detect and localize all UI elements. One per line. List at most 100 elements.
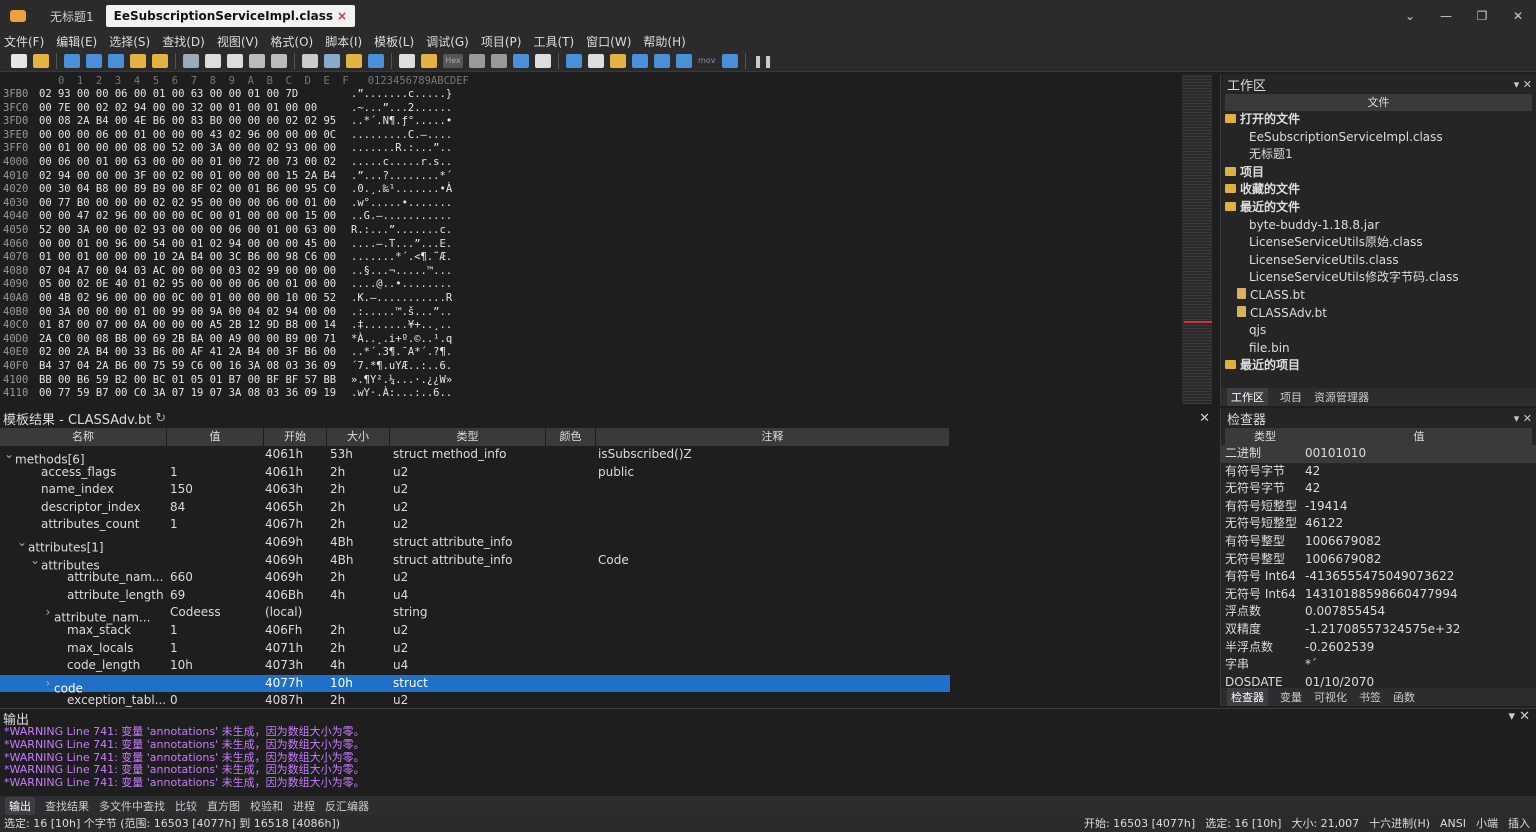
chevron-down-icon[interactable]: ⌄ <box>1392 0 1428 32</box>
hex-row[interactable]: 4020 00 30 04 B8 00 89 B9 00 8F 02 00 01 … <box>0 183 460 197</box>
workspace-file[interactable]: LicenseServiceUtils修改字节码.class <box>1225 269 1536 287</box>
hex-bytes[interactable]: 01 00 01 00 00 00 10 2A B4 00 3C B6 00 9… <box>39 251 336 265</box>
hex-bytes[interactable]: 02 94 00 00 00 3F 00 02 00 01 00 00 00 1… <box>39 170 336 184</box>
workspace-folder[interactable]: 最近的文件 <box>1225 199 1536 217</box>
pilcrow-icon[interactable] <box>491 53 507 68</box>
workspace-folder[interactable]: 最近的项目 <box>1225 357 1536 375</box>
hex-ascii[interactable]: .‡.......¥+..¸.. <box>351 319 452 333</box>
refresh-icon[interactable]: ↻ <box>155 411 166 426</box>
hex-ascii[interactable]: ..§...¬.....™... <box>351 265 452 279</box>
hex-ascii[interactable]: .0.¸.‰¹.......•À <box>351 183 452 197</box>
inspector-value[interactable]: 00101010 <box>1305 445 1366 463</box>
text-view-icon[interactable] <box>399 53 415 68</box>
inspector-value[interactable]: *´ <box>1305 656 1317 674</box>
template-col-header[interactable]: 开始 <box>264 428 327 446</box>
hex-row[interactable]: 40A0 00 4B 02 96 00 00 00 0C 00 01 00 00 … <box>0 292 460 306</box>
hex-ascii[interactable]: ..*´.3¶.¯A*´.?¶. <box>351 346 452 360</box>
hex-row[interactable]: 4030 00 77 B0 00 00 00 02 02 95 00 00 00 … <box>0 197 460 211</box>
hex-bytes[interactable]: B4 37 04 2A B6 00 75 59 C6 00 16 3A 08 0… <box>39 360 336 374</box>
percent-icon[interactable] <box>654 53 670 68</box>
bottom-tab[interactable]: 直方图 <box>207 798 240 814</box>
bottom-tab[interactable]: 输出 <box>5 796 35 815</box>
template-col-header[interactable]: 颜色 <box>546 428 596 446</box>
inspector-col-value[interactable]: 值 <box>1305 428 1533 445</box>
close-window-icon[interactable]: ✕ <box>1500 0 1536 32</box>
workspace-icon[interactable] <box>152 53 168 68</box>
hex-row[interactable]: 3FD0 00 08 2A B4 00 4E B6 00 83 B0 00 00 … <box>0 115 460 129</box>
bottom-tab[interactable]: 比较 <box>175 798 197 814</box>
hex-ascii[interactable]: .........C.–.... <box>351 129 452 143</box>
hex-row[interactable]: 3FC0 00 7E 00 02 02 94 00 00 32 00 01 00 … <box>0 102 460 116</box>
hex-ascii[interactable]: .”...?........*´ <box>351 170 452 184</box>
template-row[interactable]: ⌄attributes[1] 4069h 4Bh struct attribute_i… <box>0 534 950 555</box>
hex-view-icon[interactable] <box>421 53 437 68</box>
template-row[interactable]: max_stack 1 406Fh 2h u2 <box>0 622 950 640</box>
hex-ascii[interactable]: ....–.T...”...E. <box>351 238 452 252</box>
hex-bytes[interactable]: 00 30 04 B8 00 89 B9 00 8F 02 00 01 B6 0… <box>39 183 336 197</box>
chevron-right-icon[interactable]: › <box>42 675 54 693</box>
bottom-tab[interactable]: 多文件中查找 <box>99 798 165 814</box>
hex-row[interactable]: 4090 05 00 02 0E 40 01 02 95 00 00 00 06 … <box>0 278 460 292</box>
search-icon[interactable] <box>302 53 318 68</box>
template-row[interactable]: › attribute_nam... Codeess (local) string <box>0 604 950 625</box>
hex-toggle-icon[interactable]: Hex <box>443 53 463 68</box>
hex-ascii[interactable]: R.:...”.......c. <box>351 224 452 238</box>
bottom-tab[interactable]: 进程 <box>293 798 315 814</box>
hex-bytes[interactable]: 00 06 00 01 00 63 00 00 00 01 00 72 00 7… <box>39 156 336 170</box>
hex-ascii[interactable]: ....@..•........ <box>351 278 452 292</box>
inspector-value[interactable]: -1.21708557324575e+32 <box>1305 621 1460 639</box>
hex-row[interactable]: 40D0 2A C0 00 08 B8 00 69 2B BA 00 A9 00 … <box>0 333 460 347</box>
inspector-value[interactable]: 42 <box>1305 480 1320 498</box>
workspace-file[interactable]: CLASS.bt <box>1225 287 1536 305</box>
replace-icon[interactable] <box>324 53 340 68</box>
template-row[interactable]: code_length 10h 4073h 4h u4 <box>0 657 950 675</box>
pause-icon[interactable]: ❚❚ <box>753 54 773 68</box>
inspector-row[interactable]: 二进制 00101010 <box>1221 445 1536 463</box>
hex-bytes[interactable]: 02 00 2A B4 00 33 B6 00 AF 41 2A B4 00 3… <box>39 346 336 360</box>
workspace-tab[interactable]: 资源管理器 <box>1314 389 1369 405</box>
undo-icon[interactable] <box>249 53 265 68</box>
menu-item[interactable]: 查找(D) <box>162 33 205 50</box>
hex-bytes[interactable]: 00 00 00 06 00 01 00 00 00 43 02 96 00 0… <box>39 129 336 143</box>
menu-item[interactable]: 模板(L) <box>374 33 414 50</box>
columns-icon[interactable] <box>469 53 485 68</box>
hex-ascii[interactable]: .:.....™.š...”.. <box>351 306 452 320</box>
template-col-header[interactable]: 类型 <box>390 428 546 446</box>
template-col-header[interactable]: 值 <box>167 428 264 446</box>
byte-map-scrollbar[interactable] <box>1182 74 1212 404</box>
hex-ascii[interactable]: .......R.:...”.. <box>351 142 452 156</box>
hex-row[interactable]: 3FE0 00 00 00 06 00 01 00 00 00 43 02 96 … <box>0 129 460 143</box>
menu-item[interactable]: 项目(P) <box>481 33 522 50</box>
inspector-value[interactable]: 42 <box>1305 463 1320 481</box>
panel-close-icon[interactable]: ▾ ✕ <box>1514 412 1532 425</box>
inspector-value[interactable]: -19414 <box>1305 498 1348 516</box>
hex-row[interactable]: 4060 00 00 01 00 96 00 54 00 01 02 94 00 … <box>0 238 460 252</box>
inspector-value[interactable]: 46122 <box>1305 515 1343 533</box>
template-row[interactable]: name_index 150 4063h 2h u2 <box>0 481 950 499</box>
inspector-tab[interactable]: 书签 <box>1359 689 1381 705</box>
menu-item[interactable]: 编辑(E) <box>56 33 97 50</box>
inspector-value[interactable]: 1006679082 <box>1305 551 1381 569</box>
inspector-value[interactable]: -0.2602539 <box>1305 639 1374 657</box>
hex-ascii[interactable]: .w°.....•....... <box>351 197 452 211</box>
hex-ascii[interactable]: ´7.*¶.uYÆ..:..6. <box>351 360 452 374</box>
template-row[interactable]: access_flags 1 4061h 2h u2 public <box>0 464 950 482</box>
hex-bytes[interactable]: 01 87 00 07 00 0A 00 00 00 A5 2B 12 9D B… <box>39 319 336 333</box>
file-tab[interactable]: EeSubscriptionServiceImpl.class × <box>105 5 356 27</box>
checksum-icon[interactable] <box>676 53 692 68</box>
inspector-value[interactable]: 14310188598660477994 <box>1305 586 1458 604</box>
hex-bytes[interactable]: 00 08 2A B4 00 4E B6 00 83 B0 00 00 00 0… <box>39 115 336 129</box>
inspector-row[interactable]: 字串 *´ <box>1221 656 1536 674</box>
inspector-row[interactable]: 有符号整型 1006679082 <box>1221 533 1536 551</box>
save-as-icon[interactable] <box>86 53 102 68</box>
redo-icon[interactable] <box>271 53 287 68</box>
inspector-row[interactable]: 双精度 -1.21708557324575e+32 <box>1221 621 1536 639</box>
hex-bytes[interactable]: BB 00 B6 59 B2 00 BC 01 05 01 B7 00 BF B… <box>39 374 336 388</box>
hex-bytes[interactable]: 00 01 00 00 00 08 00 52 00 3A 00 00 02 9… <box>39 142 336 156</box>
compare-icon[interactable] <box>722 53 738 68</box>
workspace-folder[interactable]: 收藏的文件 <box>1225 181 1536 199</box>
hex-ascii[interactable]: ».¶Y².¼...·.¿¿W» <box>351 374 452 388</box>
status-item[interactable]: 插入 <box>1508 815 1530 832</box>
goto-icon[interactable] <box>368 53 384 68</box>
hex-editor[interactable]: 0 1 2 3 4 5 6 7 8 9 A B C D E F 01234567… <box>0 74 1182 404</box>
